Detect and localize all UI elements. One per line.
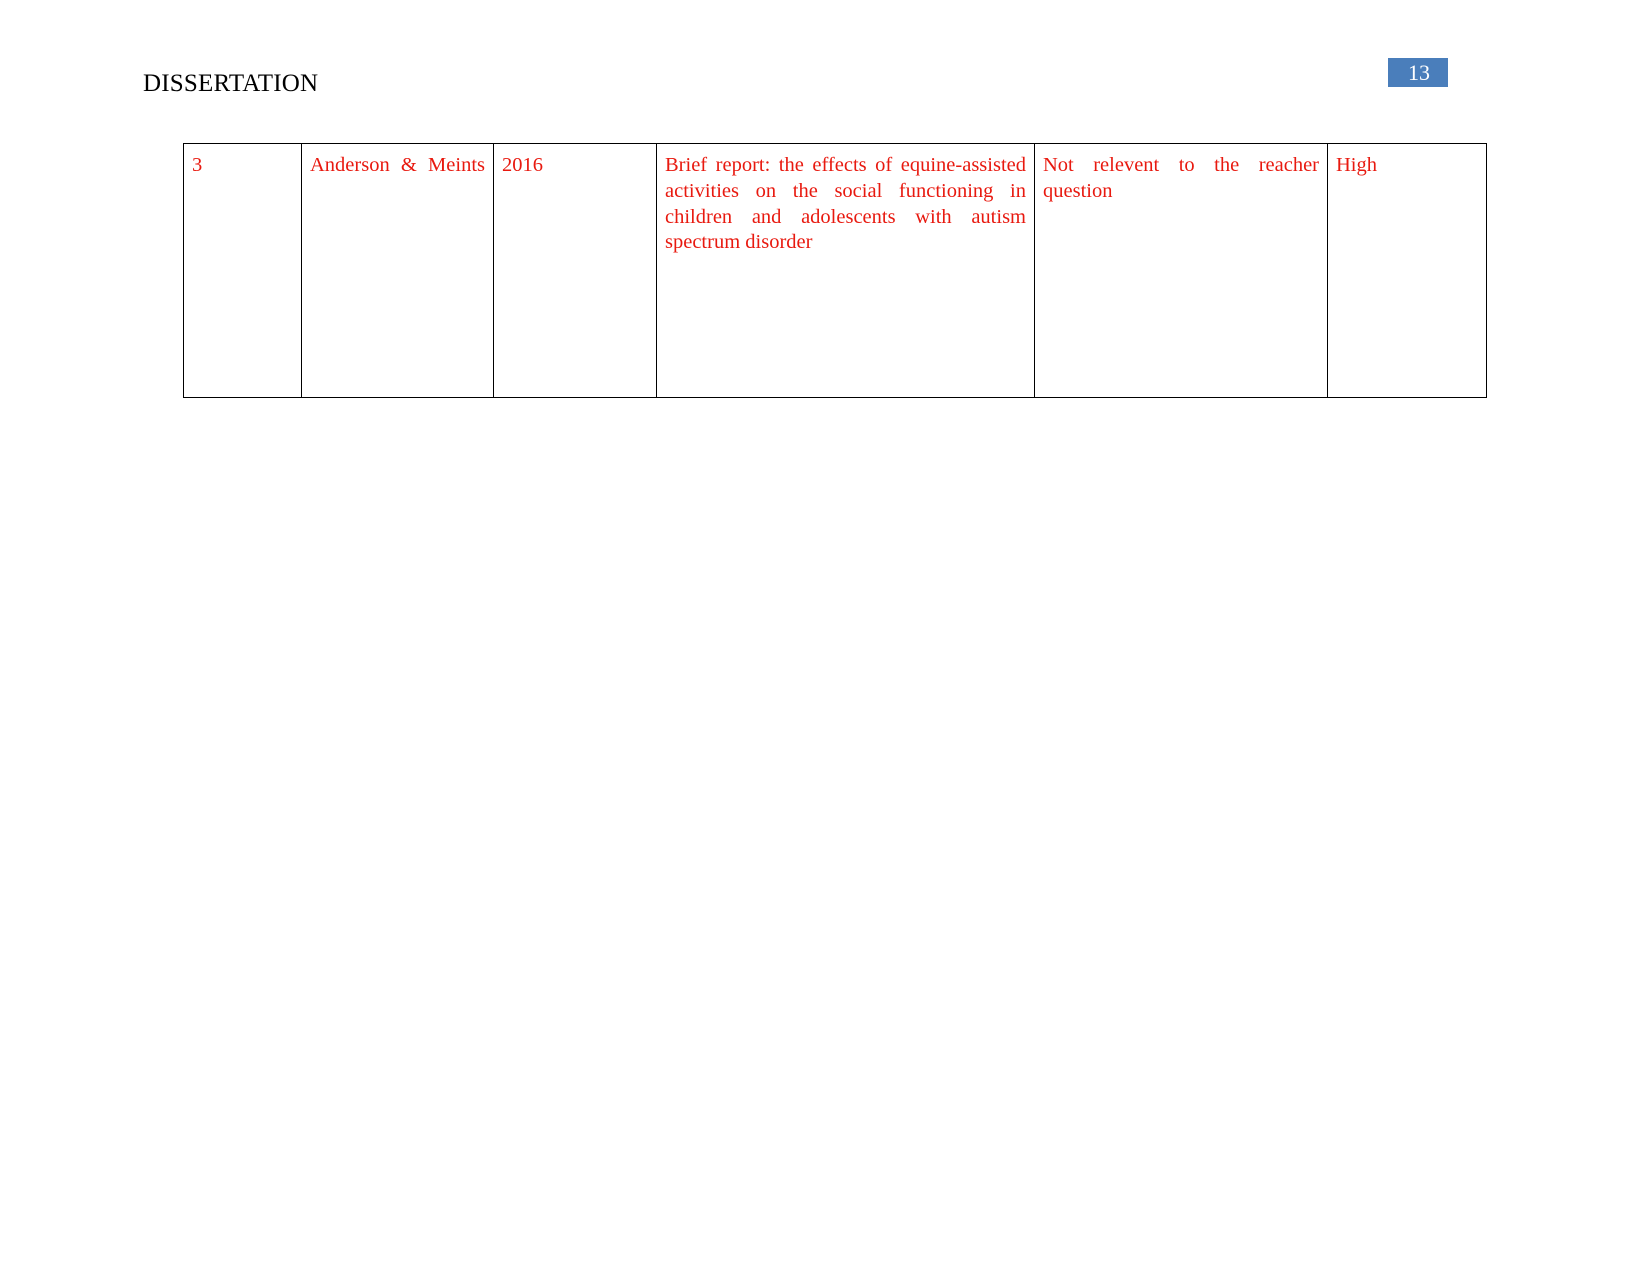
table-cell-quality: High xyxy=(1327,143,1487,398)
study-exclusion-reason-value: Not relevent to the reacher question xyxy=(1043,154,1319,202)
study-authors-value: Anderson & Meints xyxy=(310,154,485,176)
table-cell-authors: Anderson & Meints xyxy=(301,143,494,398)
table-cell-index: 3 xyxy=(183,143,302,398)
study-quality-value: High xyxy=(1336,154,1377,176)
study-index-value: 3 xyxy=(192,154,203,176)
table-cell-exclusion-reason: Not relevent to the reacher question xyxy=(1034,143,1328,398)
review-table-container: 3 Anderson & Meints 2016 Brief report: t… xyxy=(183,143,1487,398)
study-title-value: Brief report: the effects of equine-assi… xyxy=(665,154,1026,254)
table-row: 3 Anderson & Meints 2016 Brief report: t… xyxy=(183,143,1487,398)
page-number-badge: 13 xyxy=(1388,58,1448,87)
document-page: DISSERTATION 13 3 Anderson & Meints 2016… xyxy=(0,0,1651,1275)
study-year-value: 2016 xyxy=(502,154,543,176)
review-table: 3 Anderson & Meints 2016 Brief report: t… xyxy=(183,143,1487,398)
table-cell-title: Brief report: the effects of equine-assi… xyxy=(656,143,1035,398)
table-cell-year: 2016 xyxy=(493,143,657,398)
running-header: DISSERTATION xyxy=(143,70,319,97)
